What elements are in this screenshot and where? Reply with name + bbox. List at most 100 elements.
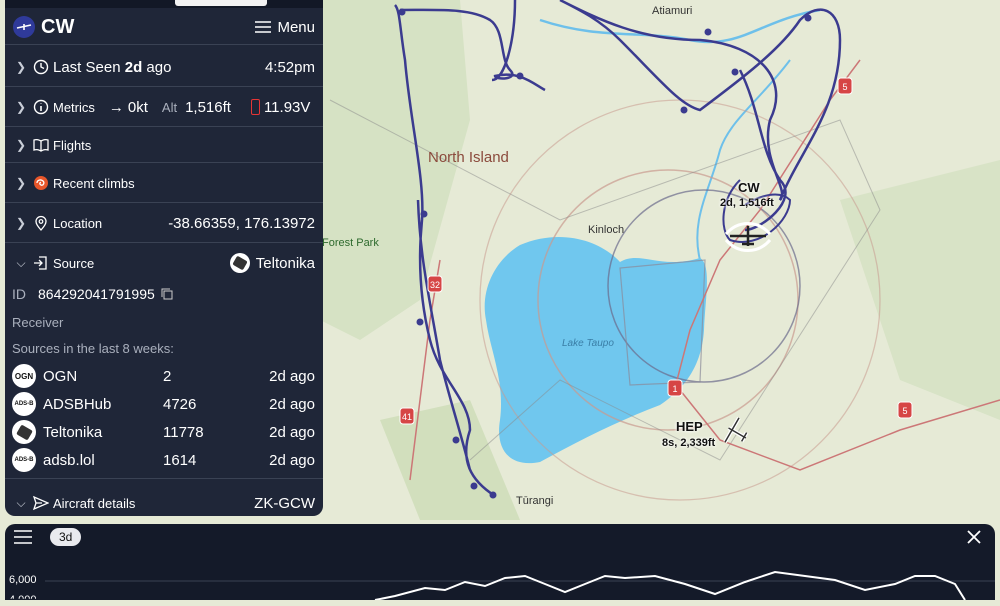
source-id-row: ID 864292041791995 — [5, 282, 323, 306]
divider — [5, 478, 323, 480]
source-name: ADSBHub — [43, 395, 112, 413]
road-shield: 32 — [427, 275, 443, 293]
send-icon — [33, 495, 49, 511]
source-when: 2d ago — [269, 451, 315, 469]
source-name: OGN — [43, 367, 78, 385]
chevron-right-icon: ❯ — [15, 176, 27, 190]
place-label: Kinloch — [588, 224, 624, 236]
id-value: 864292041791995 — [38, 286, 155, 302]
voltage-value: 11.93V — [263, 98, 311, 116]
battery-icon — [250, 99, 260, 115]
menu-label: Menu — [277, 18, 315, 36]
svg-text:1: 1 — [672, 384, 677, 394]
road-shield: 5 — [897, 401, 913, 419]
teltonika-badge-icon — [12, 420, 36, 444]
aircraft-cw-name[interactable]: CW — [738, 180, 760, 195]
aircraft-registration: ZK-GCW — [254, 494, 315, 512]
source-row[interactable]: ⌵ Source Teltonika — [5, 244, 323, 282]
aircraft-cw-info: 2d, 1,516ft — [720, 197, 774, 209]
source-count: 1614 — [163, 451, 197, 469]
place-label: Forest Park — [322, 237, 379, 249]
receiver-row: Receiver — [5, 312, 323, 332]
altitude-trace — [45, 570, 995, 600]
adsb-badge-icon: ADS-B — [12, 392, 36, 416]
chevron-right-icon: ❯ — [15, 216, 27, 230]
teltonika-device-icon — [229, 253, 250, 273]
hamburger-icon — [255, 21, 272, 33]
last-seen-time: 4:52pm — [264, 58, 315, 76]
chevron-right-icon: ❯ — [15, 138, 27, 152]
lake-label: Lake Taupo — [562, 338, 614, 349]
id-label: ID — [12, 286, 26, 302]
altitude-chart-panel: 3d 6,000 4,000 — [5, 524, 995, 600]
aircraft-details-label: Aircraft details — [53, 495, 136, 511]
metrics-row[interactable]: ❯ Metrics → 0kt Alt 1,516ft 11.93V — [5, 88, 323, 127]
panel-header: CW Menu — [5, 10, 323, 45]
alt-label: Alt — [161, 99, 178, 115]
flights-label: Flights — [53, 137, 92, 153]
source-label: Source — [53, 255, 95, 271]
svg-text:41: 41 — [402, 412, 412, 422]
source-count: 4726 — [163, 395, 197, 413]
svg-text:5: 5 — [842, 82, 847, 92]
chevron-down-icon: ⌵ — [16, 495, 26, 510]
source-history-label: Sources in the last 8 weeks: — [12, 340, 174, 356]
thermal-swirl-icon — [34, 176, 48, 190]
source-name: adsb.lol — [43, 451, 95, 469]
chevron-down-icon: ⌵ — [16, 255, 26, 270]
svg-text:5: 5 — [902, 406, 907, 416]
location-row[interactable]: ❯ Location -38.66359, 176.13972 — [5, 204, 323, 243]
last-seen-value: 2d — [124, 58, 143, 76]
aircraft-hep-info: 8s, 2,339ft — [662, 437, 716, 449]
chevron-right-icon: ❯ — [15, 100, 27, 114]
metrics-label: Metrics — [53, 99, 95, 115]
source-name: Teltonika — [43, 423, 103, 441]
source-count: 2 — [163, 367, 172, 385]
location-label: Location — [53, 215, 103, 231]
clock-icon — [33, 59, 49, 75]
place-label: Tūrangi — [516, 495, 553, 507]
source-value: Teltonika — [255, 254, 315, 272]
map-pin-icon — [35, 215, 47, 231]
source-count: 11778 — [163, 423, 204, 441]
ogn-badge-icon: OGN — [12, 364, 36, 388]
info-icon — [33, 99, 49, 115]
flights-row[interactable]: ❯ Flights — [5, 128, 323, 163]
alt-value: 1,516ft — [185, 98, 231, 116]
receiver-label: Receiver — [12, 314, 64, 330]
aircraft-details-row[interactable]: ⌵ Aircraft details ZK-GCW — [5, 486, 323, 516]
speed-value: 0kt — [127, 98, 148, 116]
copy-icon[interactable] — [161, 288, 173, 300]
aircraft-hep-name[interactable]: HEP — [676, 419, 703, 434]
last-seen-suffix: ago — [146, 58, 172, 76]
last-seen-prefix: Last Seen — [53, 58, 121, 76]
adsb-badge-icon: ADS-B — [12, 448, 36, 472]
recent-climbs-row[interactable]: ❯ Recent climbs — [5, 164, 323, 203]
last-seen-row[interactable]: ❯ Last Seen 2d ago 4:52pm — [5, 48, 323, 87]
menu-button[interactable]: Menu — [255, 19, 315, 36]
source-when: 2d ago — [269, 367, 315, 385]
svg-text:32: 32 — [430, 280, 440, 290]
road-shield: 1 — [667, 379, 683, 397]
road-shield: 5 — [837, 77, 853, 95]
source-when: 2d ago — [269, 423, 315, 441]
source-list-item: ADS-B ADSBHub 4726 2d ago — [5, 390, 323, 418]
road-shield: 41 — [399, 407, 415, 425]
source-value-group: Teltonika — [229, 253, 315, 273]
source-list-item: ADS-B adsb.lol 1614 2d ago — [5, 446, 323, 474]
source-list-item: OGN OGN 2 2d ago — [5, 362, 323, 390]
book-icon — [33, 138, 49, 152]
active-tab-indicator[interactable] — [175, 0, 267, 6]
aircraft-info-panel: CW Menu ❯ Last Seen 2d ago 4:52pm ❯ Metr… — [5, 0, 323, 516]
glider-logo-icon — [13, 16, 35, 38]
source-history-header: Sources in the last 8 weeks: — [5, 338, 323, 358]
arrow-right-icon: → — [108, 98, 124, 116]
aircraft-callsign: CW — [41, 15, 75, 38]
source-when: 2d ago — [269, 395, 315, 413]
location-value: -38.66359, 176.13972 — [168, 214, 315, 232]
place-label: Atiamuri — [652, 5, 692, 17]
sign-in-icon — [34, 256, 47, 270]
region-label: North Island — [428, 149, 509, 166]
chevron-right-icon: ❯ — [15, 60, 27, 74]
source-list-item: Teltonika 11778 2d ago — [5, 418, 323, 446]
